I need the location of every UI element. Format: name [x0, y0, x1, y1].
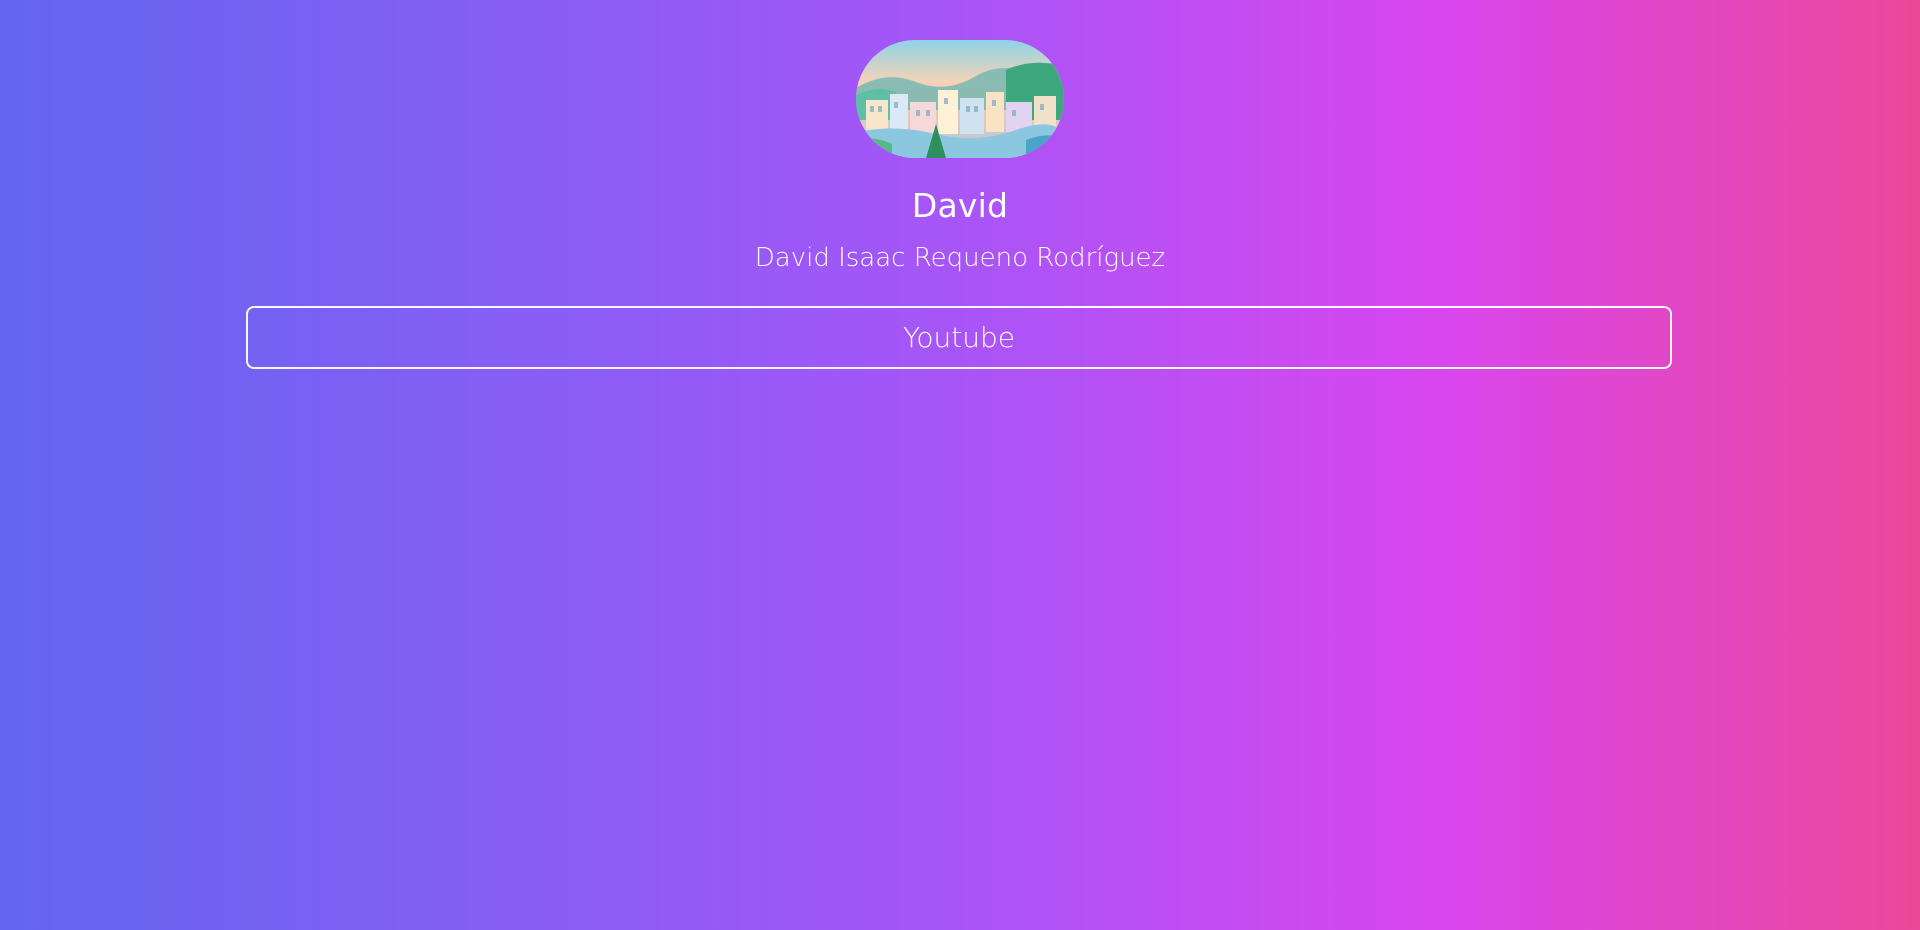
profile-display-name: David — [911, 186, 1009, 225]
avatar-painting-image — [856, 40, 1064, 158]
avatar — [856, 40, 1064, 158]
profile-header: David David Isaac Requeno Rodríguez — [0, 0, 1920, 274]
profile-full-name: David Isaac Requeno Rodríguez — [754, 243, 1166, 273]
youtube-link-button[interactable]: Youtube — [246, 306, 1672, 369]
